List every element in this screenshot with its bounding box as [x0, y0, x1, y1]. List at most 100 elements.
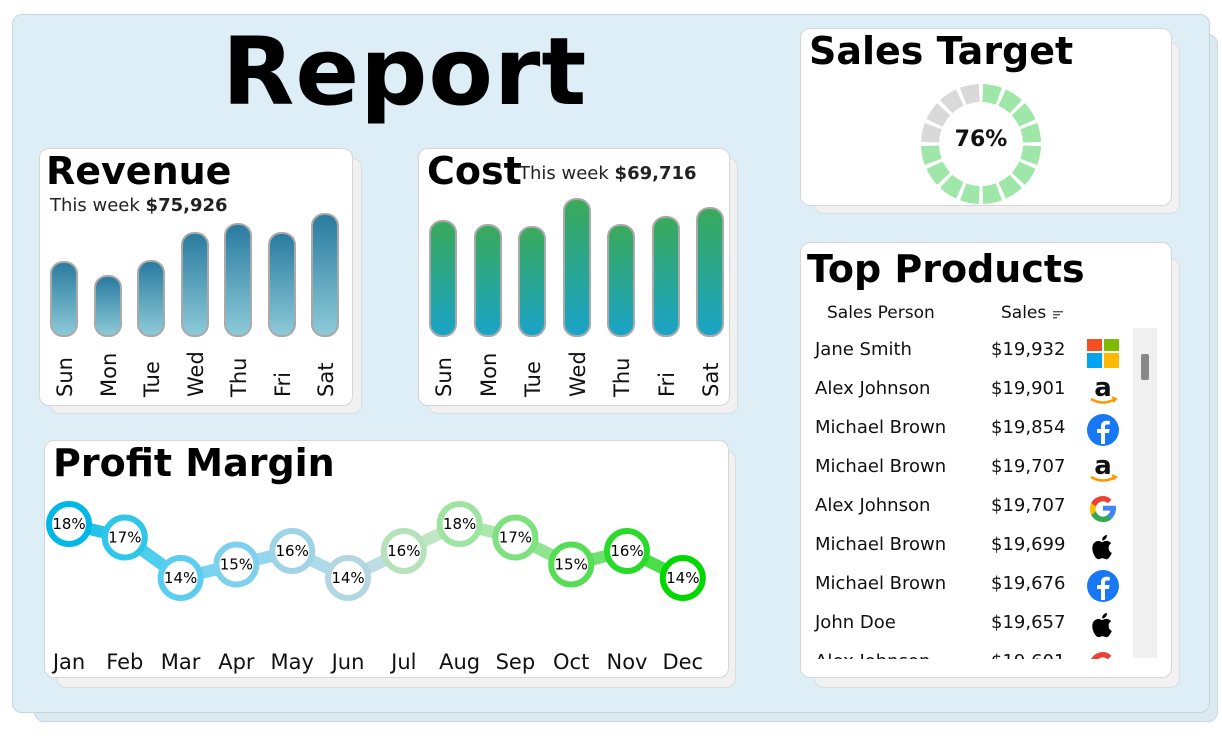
- table-row[interactable]: Alex Johnson $19,901 a: [801, 373, 1141, 417]
- profit-value-label: 14%: [331, 569, 364, 587]
- sales-cell: $19,699: [991, 534, 1066, 555]
- top-products-list[interactable]: Jane Smith $19,932 Alex Johnson $19,901 a Mic…: [801, 339, 1141, 659]
- revenue-bar-tue[interactable]: [137, 260, 165, 337]
- facebook-icon: [1086, 413, 1120, 447]
- google-icon: [1086, 647, 1120, 659]
- revenue-card: Revenue This week $75,926 Sun Mon Tue Wed Th…: [39, 148, 353, 406]
- facebook-icon: [1086, 569, 1120, 603]
- table-row[interactable]: Michael Brown $19,707 a: [801, 451, 1141, 495]
- profit-value-label: 14%: [666, 569, 699, 587]
- cost-bar-mon[interactable]: [473, 224, 502, 337]
- month-label-mar: Mar: [161, 650, 201, 674]
- cost-label-mon: Mon: [476, 352, 501, 397]
- cost-bar-sun[interactable]: [429, 220, 457, 337]
- microsoft-icon: [1086, 339, 1120, 369]
- amazon-icon: a: [1086, 451, 1120, 486]
- sort-icon: [1052, 311, 1063, 319]
- sales-person-cell: John Doe: [815, 612, 896, 633]
- profit-value-label: 18%: [52, 515, 85, 533]
- revenue-bar-wed[interactable]: [180, 232, 209, 337]
- top-products-card: Top Products Sales Person Sales Jane Smi…: [800, 242, 1172, 678]
- sales-person-cell: Michael Brown: [815, 573, 947, 594]
- revenue-label-wed: Wed: [183, 351, 208, 397]
- cost-subtitle-prefix: This week: [519, 163, 609, 184]
- profit-margin-card: Profit Margin 18% Jan 17% Feb 14% Mar 15% Apr 16…: [44, 440, 729, 678]
- revenue-subtitle-value: $75,926: [145, 195, 228, 216]
- sales-cell: $19,601: [991, 651, 1065, 659]
- cost-bar-wed[interactable]: [562, 198, 591, 337]
- revenue-bar-thu[interactable]: [224, 223, 252, 337]
- column-header-sales-person[interactable]: Sales Person: [827, 303, 935, 323]
- month-label-jun: Jun: [330, 650, 365, 674]
- month-label-jul: Jul: [389, 650, 416, 674]
- cost-label-wed: Wed: [565, 351, 590, 397]
- table-row[interactable]: John Doe $19,657: [801, 612, 1141, 651]
- scrollbar-thumb[interactable]: [1141, 354, 1149, 380]
- table-row[interactable]: Jane Smith $19,932: [801, 339, 1141, 378]
- sales-cell: $19,676: [991, 573, 1066, 594]
- cost-title: Cost: [427, 149, 522, 193]
- top-products-title: Top Products: [807, 247, 1085, 291]
- svg-text:a: a: [1094, 452, 1112, 481]
- revenue-bar-sun[interactable]: [50, 261, 78, 337]
- revenue-bar-fri[interactable]: [267, 232, 296, 337]
- sales-cell: $19,707: [991, 456, 1066, 477]
- revenue-label-fri: Fri: [270, 371, 295, 397]
- page-title: Report: [222, 18, 588, 127]
- profit-value-label: 16%: [276, 542, 309, 560]
- sales-target-card: Sales Target 76%: [800, 28, 1172, 206]
- cost-label-fri: Fri: [654, 371, 679, 397]
- cost-label-tue: Tue: [521, 361, 545, 397]
- revenue-label-sun: Sun: [53, 357, 77, 397]
- month-label-oct: Oct: [553, 650, 589, 674]
- table-row[interactable]: Michael Brown $19,676: [801, 570, 1141, 612]
- donut-segment: [959, 183, 980, 204]
- donut-segment: [982, 84, 1003, 105]
- sales-person-cell: Michael Brown: [815, 534, 947, 555]
- cost-subtitle: This week $69,716: [519, 163, 697, 184]
- sales-cell: $19,707: [991, 495, 1066, 516]
- profit-value-label: 15%: [220, 556, 253, 574]
- top-products-scrollbar[interactable]: [1133, 328, 1157, 658]
- cost-bar-fri[interactable]: [651, 216, 680, 337]
- profit-value-label: 17%: [499, 529, 532, 547]
- table-row[interactable]: Michael Brown $19,854: [801, 414, 1141, 456]
- column-header-sales-label: Sales: [1001, 303, 1047, 323]
- revenue-subtitle-prefix: This week: [50, 195, 140, 216]
- table-row[interactable]: Michael Brown $19,699: [801, 534, 1141, 573]
- sales-cell: $19,901: [991, 378, 1066, 399]
- revenue-subtitle: This week $75,926: [50, 195, 228, 216]
- sales-person-cell: Michael Brown: [815, 456, 947, 477]
- cost-subtitle-value: $69,716: [614, 163, 697, 184]
- table-row[interactable]: Alex Johnson $19,601: [801, 651, 1141, 659]
- revenue-label-sat: Sat: [314, 362, 338, 397]
- month-label-feb: Feb: [106, 650, 143, 674]
- apple-icon: [1086, 530, 1120, 564]
- sales-person-cell: Alex Johnson: [815, 378, 931, 399]
- cost-bar-thu[interactable]: [607, 224, 635, 337]
- column-header-sales[interactable]: Sales: [1001, 303, 1064, 323]
- revenue-bar-mon[interactable]: [93, 275, 122, 337]
- revenue-label-tue: Tue: [140, 361, 164, 397]
- amazon-icon: a: [1086, 373, 1120, 408]
- sales-target-percent: 76%: [954, 127, 1008, 152]
- sales-target-title: Sales Target: [809, 29, 1074, 73]
- cost-bar-tue[interactable]: [518, 226, 546, 337]
- cost-label-thu: Thu: [610, 357, 634, 397]
- donut-segment: [959, 84, 980, 105]
- profit-value-label: 16%: [387, 542, 420, 560]
- apple-icon: [1086, 608, 1120, 642]
- table-row[interactable]: Alex Johnson $19,707: [801, 495, 1141, 534]
- cost-label-sat: Sat: [699, 362, 723, 397]
- cost-bar-sat[interactable]: [696, 207, 724, 337]
- revenue-title: Revenue: [46, 149, 232, 193]
- revenue-label-mon: Mon: [96, 352, 121, 397]
- sales-cell: $19,854: [991, 417, 1066, 438]
- sales-cell: $19,657: [991, 612, 1066, 633]
- revenue-label-thu: Thu: [227, 357, 251, 397]
- svg-text:a: a: [1094, 374, 1112, 403]
- revenue-bar-sat[interactable]: [311, 213, 339, 337]
- sales-cell: $19,932: [991, 339, 1066, 360]
- month-label-sep: Sep: [496, 650, 536, 674]
- sales-person-cell: Alex Johnson: [815, 495, 931, 516]
